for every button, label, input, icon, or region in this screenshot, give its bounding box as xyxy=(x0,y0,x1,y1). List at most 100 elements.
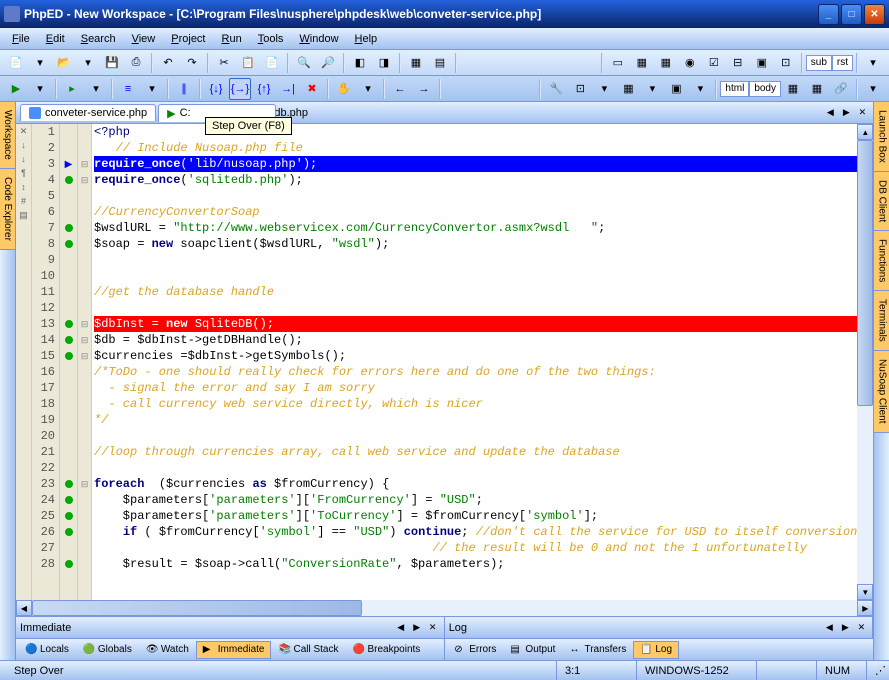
dropdown-icon[interactable]: ▾ xyxy=(141,78,163,100)
toolbar-label[interactable]: sub xyxy=(806,55,832,71)
run-button[interactable]: ▶ xyxy=(5,78,27,100)
toolbar-button[interactable]: ▤ xyxy=(429,52,451,74)
toolbar-button[interactable]: ▭ xyxy=(607,52,629,74)
toolbar-label[interactable]: body xyxy=(749,81,781,97)
scroll-down-button[interactable]: ▼ xyxy=(857,584,873,600)
toolbar-button[interactable]: ◉ xyxy=(679,52,701,74)
breakpoint-column[interactable]: ▶ xyxy=(60,124,78,600)
menu-file[interactable]: File xyxy=(4,31,38,47)
step-over-button[interactable]: {→} xyxy=(229,78,251,100)
code-editor[interactable]: ✕ ↓ ↓ ¶ ↕ # ▤ 12345678910111213141516171… xyxy=(16,124,873,600)
step-out-button[interactable]: {↑} xyxy=(253,78,275,100)
step-button[interactable]: ≡ xyxy=(117,78,139,100)
open-button[interactable]: 📂 xyxy=(53,52,75,74)
menu-help[interactable]: Help xyxy=(347,31,386,47)
step-into-button[interactable]: {↓} xyxy=(205,78,227,100)
sidebar-tab-terminals[interactable]: Terminals xyxy=(874,291,889,351)
toolbar-button[interactable]: ▦ xyxy=(631,52,653,74)
redo-button[interactable]: ↷ xyxy=(181,52,203,74)
panel-close-button[interactable]: ✕ xyxy=(426,621,440,635)
save-all-button[interactable]: ⎙ xyxy=(125,52,147,74)
cut-button[interactable]: ✂ xyxy=(213,52,235,74)
toolbar-label[interactable]: html xyxy=(720,81,749,97)
sidebar-tab-code-explorer[interactable]: Code Explorer xyxy=(0,169,15,250)
tab-close-button[interactable]: ✕ xyxy=(855,106,869,120)
menu-edit[interactable]: Edit xyxy=(38,31,73,47)
horizontal-scrollbar[interactable]: ◀ ▶ xyxy=(16,600,873,616)
menu-project[interactable]: Project xyxy=(163,31,213,47)
breakpoint-button[interactable]: ✋ xyxy=(333,78,355,100)
undo-button[interactable]: ↶ xyxy=(157,52,179,74)
tools-button[interactable]: 🔧 xyxy=(545,78,567,100)
bottom-tab-transfers[interactable]: ↔Transfers xyxy=(562,641,633,659)
panel-prev-button[interactable]: ◀ xyxy=(394,621,408,635)
debug-button[interactable]: ▸ xyxy=(61,78,83,100)
bottom-tab-output[interactable]: ▤Output xyxy=(503,641,562,659)
toolbar-button[interactable]: ▾ xyxy=(862,52,884,74)
toolbar-button[interactable]: ▦ xyxy=(655,52,677,74)
maximize-button[interactable]: □ xyxy=(841,4,862,25)
find-button[interactable]: 🔍 xyxy=(293,52,315,74)
dropdown-icon[interactable]: ▾ xyxy=(29,52,51,74)
panel-close-button[interactable]: ✕ xyxy=(854,621,868,635)
find-next-button[interactable]: 🔎 xyxy=(317,52,339,74)
bottom-tab-locals[interactable]: 🔵Locals xyxy=(18,641,76,659)
toolbar-button[interactable]: ◧ xyxy=(349,52,371,74)
toolbar-button[interactable]: ⊡ xyxy=(775,52,797,74)
menu-window[interactable]: Window xyxy=(291,31,346,47)
scroll-up-button[interactable]: ▲ xyxy=(857,124,873,140)
bottom-tab-call-stack[interactable]: 📚Call Stack xyxy=(271,641,345,659)
panel-next-button[interactable]: ▶ xyxy=(838,621,852,635)
new-file-button[interactable]: 📄 xyxy=(5,52,27,74)
menu-view[interactable]: View xyxy=(124,31,164,47)
sidebar-tab-db-client[interactable]: DB Client xyxy=(874,172,889,231)
toolbar-button[interactable]: 🔗 xyxy=(830,78,852,100)
toolbar-button[interactable]: ⊟ xyxy=(727,52,749,74)
bottom-tab-globals[interactable]: 🟢Globals xyxy=(76,641,139,659)
panel-prev-button[interactable]: ◀ xyxy=(822,621,836,635)
scroll-left-button[interactable]: ◀ xyxy=(16,600,32,616)
run-to-button[interactable]: →| xyxy=(277,78,299,100)
dropdown-icon[interactable]: ▾ xyxy=(357,78,379,100)
nav-back-button[interactable]: ← xyxy=(389,78,411,100)
nav-forward-button[interactable]: → xyxy=(413,78,435,100)
pause-button[interactable]: ∥ xyxy=(173,78,195,100)
stop-button[interactable]: ✖ xyxy=(301,78,323,100)
panel-next-button[interactable]: ▶ xyxy=(410,621,424,635)
toolbar-button[interactable]: ☑ xyxy=(703,52,725,74)
save-button[interactable]: 💾 xyxy=(101,52,123,74)
vertical-scrollbar[interactable]: ▲ ▼ xyxy=(857,124,873,600)
minimize-button[interactable]: _ xyxy=(818,4,839,25)
tab-next-button[interactable]: ▶ xyxy=(839,106,853,120)
bottom-tab-log[interactable]: 📋Log xyxy=(633,641,679,659)
toolbar-button[interactable]: ▾ xyxy=(641,78,663,100)
sidebar-tab-workspace[interactable]: Workspace xyxy=(0,102,15,169)
dropdown-icon[interactable]: ▾ xyxy=(77,52,99,74)
sidebar-tab-nusoap-client[interactable]: NuSoap Client xyxy=(874,351,889,432)
toolbar-button[interactable]: ▾ xyxy=(862,78,884,100)
sidebar-tab-launch-box[interactable]: Launch Box xyxy=(874,102,889,172)
toolbar-button[interactable]: ▦ xyxy=(617,78,639,100)
toolbar-button[interactable]: ▾ xyxy=(593,78,615,100)
file-tab[interactable]: conveter-service.php xyxy=(20,104,156,121)
bottom-tab-errors[interactable]: ⊘Errors xyxy=(447,641,503,659)
bottom-tab-watch[interactable]: 👁Watch xyxy=(139,641,196,659)
toolbar-label[interactable]: rst xyxy=(832,55,853,71)
bottom-tab-immediate[interactable]: ▶Immediate xyxy=(196,641,272,659)
sidebar-tab-functions[interactable]: Functions xyxy=(874,231,889,291)
menu-tools[interactable]: Tools xyxy=(250,31,292,47)
dropdown-icon[interactable]: ▾ xyxy=(85,78,107,100)
toolbar-button[interactable]: ▣ xyxy=(665,78,687,100)
tab-prev-button[interactable]: ◀ xyxy=(823,106,837,120)
toolbar-button[interactable]: ▦ xyxy=(806,78,828,100)
toolbar-button[interactable]: ◨ xyxy=(373,52,395,74)
toolbar-button[interactable]: ▦ xyxy=(782,78,804,100)
scroll-right-button[interactable]: ▶ xyxy=(857,600,873,616)
toolbar-button[interactable]: ▣ xyxy=(751,52,773,74)
copy-button[interactable]: 📋 xyxy=(237,52,259,74)
bottom-tab-breakpoints[interactable]: 🔴Breakpoints xyxy=(345,641,427,659)
close-button[interactable]: ✕ xyxy=(864,4,885,25)
dropdown-icon[interactable]: ▾ xyxy=(29,78,51,100)
fold-column[interactable]: ⊟⊟⊟⊟⊟⊟ xyxy=(78,124,92,600)
code-area[interactable]: <?php // Include Nusoap.php filerequire_… xyxy=(92,124,857,600)
